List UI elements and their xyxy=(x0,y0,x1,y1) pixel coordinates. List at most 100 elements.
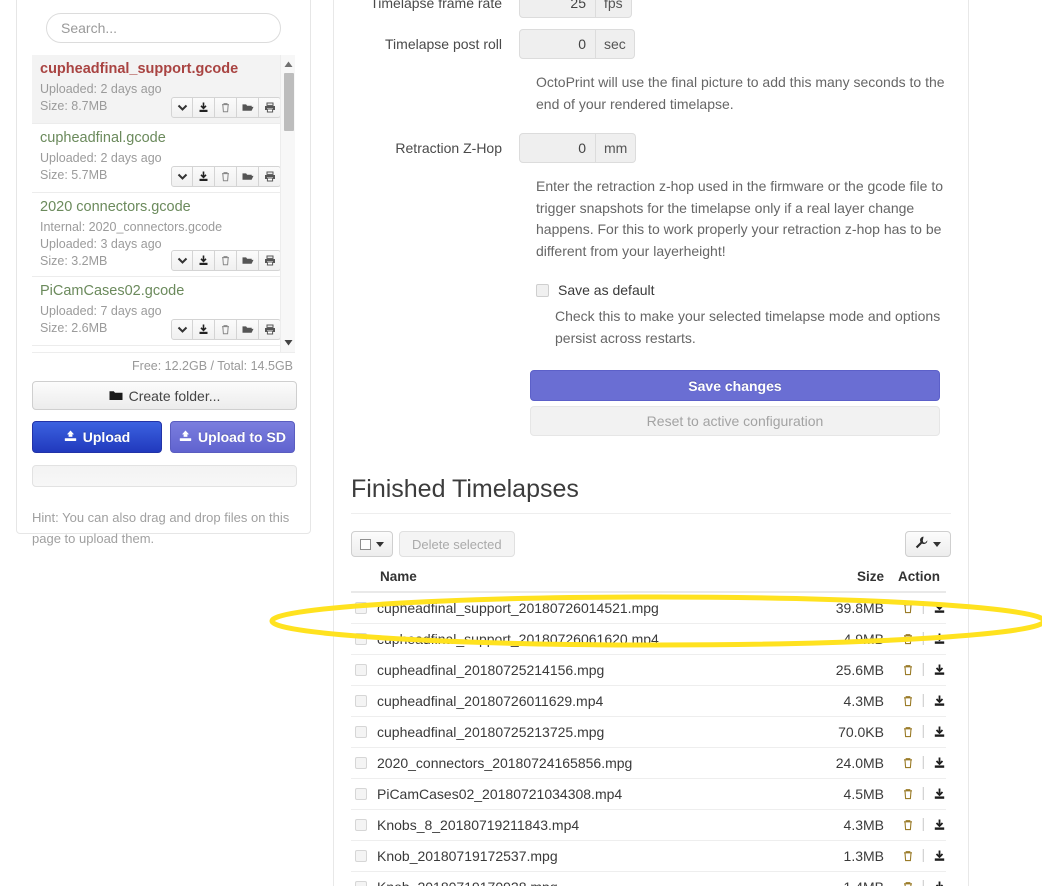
chevron-down-icon[interactable] xyxy=(171,250,193,271)
upload-button[interactable]: Upload xyxy=(32,421,162,453)
row-checkbox[interactable] xyxy=(355,787,367,800)
row-checkbox[interactable] xyxy=(355,818,367,831)
section-divider xyxy=(351,513,951,514)
download-icon[interactable] xyxy=(933,849,946,865)
file-list-item[interactable]: cupheadfinal_support.gcode Uploaded: 2 d… xyxy=(32,55,287,124)
z-hop-input[interactable] xyxy=(519,133,596,163)
row-checkbox[interactable] xyxy=(355,880,367,886)
scrollbar-thumb[interactable] xyxy=(284,73,294,131)
download-icon[interactable] xyxy=(933,694,946,710)
row-checkbox[interactable] xyxy=(355,694,367,707)
folder-open-icon[interactable] xyxy=(237,166,259,187)
action-separator: | xyxy=(921,846,926,862)
post-roll-input[interactable] xyxy=(519,29,596,59)
download-icon[interactable] xyxy=(193,250,215,271)
timelapse-table-body: cupheadfinal_support_20180726014521.mpg … xyxy=(351,592,946,886)
table-row[interactable]: Knob_20180719172537.mpg 1.3MB | xyxy=(351,840,946,872)
folder-open-icon[interactable] xyxy=(237,319,259,340)
timelapse-name: PiCamCases02_20180721034308.mp4 xyxy=(377,785,623,802)
trash-icon[interactable] xyxy=(215,250,237,271)
table-row[interactable]: cupheadfinal_20180725213725.mpg 70.0KB | xyxy=(351,716,946,748)
save-as-default-checkbox[interactable] xyxy=(536,283,549,297)
post-roll-help: OctoPrint will use the final picture to … xyxy=(536,74,945,112)
action-separator: | xyxy=(921,691,926,707)
file-list-item[interactable]: 2020 connectors.gcode Internal: 2020_con… xyxy=(32,193,287,277)
create-folder-button[interactable]: Create folder... xyxy=(32,381,297,410)
download-icon[interactable] xyxy=(933,601,946,617)
trash-icon[interactable] xyxy=(902,849,914,865)
reset-configuration-button[interactable]: Reset to active configuration xyxy=(530,406,940,436)
file-name[interactable]: PiCamCases02.gcode xyxy=(40,282,279,301)
trash-icon[interactable] xyxy=(902,756,914,772)
table-row[interactable]: cupheadfinal_20180726011629.mp4 4.3MB | xyxy=(351,685,946,717)
chevron-down-icon[interactable] xyxy=(171,166,193,187)
table-row[interactable]: 2020_connectors_20180724165856.mpg 24.0M… xyxy=(351,747,946,779)
trash-icon[interactable] xyxy=(215,97,237,118)
frame-rate-unit: fps xyxy=(596,0,632,18)
download-icon[interactable] xyxy=(933,663,946,679)
table-row[interactable]: PiCamCases02_20180721034308.mp4 4.5MB | xyxy=(351,778,946,810)
timelapse-size: 4.5MB xyxy=(800,778,884,810)
trash-icon[interactable] xyxy=(902,818,914,834)
delete-selected-button[interactable]: Delete selected xyxy=(399,531,515,557)
table-row[interactable]: cupheadfinal_support_20180726014521.mpg … xyxy=(351,592,946,624)
file-name[interactable]: cupheadfinal.gcode xyxy=(40,129,279,148)
table-row[interactable]: cupheadfinal_20180725214156.mpg 25.6MB | xyxy=(351,654,946,686)
chevron-down-icon[interactable] xyxy=(171,97,193,118)
row-checkbox[interactable] xyxy=(355,663,367,676)
action-separator: | xyxy=(921,722,926,738)
trash-icon[interactable] xyxy=(902,880,914,886)
download-icon[interactable] xyxy=(193,97,215,118)
row-checkbox[interactable] xyxy=(355,756,367,769)
table-row[interactable]: Knob_20180719170928.mpg 1.4MB | xyxy=(351,871,946,886)
table-row[interactable]: cupheadfinal_support_20180726061620.mp4 … xyxy=(351,623,946,655)
print-icon[interactable] xyxy=(259,166,281,187)
trash-icon[interactable] xyxy=(902,601,914,617)
folder-open-icon[interactable] xyxy=(237,250,259,271)
row-checkbox[interactable] xyxy=(355,601,367,614)
file-list-scrollbar[interactable] xyxy=(280,55,295,352)
trash-icon[interactable] xyxy=(902,632,914,648)
download-icon[interactable] xyxy=(933,632,946,648)
download-icon[interactable] xyxy=(193,166,215,187)
file-name[interactable]: 2020 connectors.gcode xyxy=(40,198,279,217)
file-list-item[interactable]: cupheadfinal.gcode Uploaded: 2 days ago … xyxy=(32,124,287,193)
download-icon[interactable] xyxy=(933,725,946,741)
row-checkbox[interactable] xyxy=(355,725,367,738)
upload-to-sd-button[interactable]: Upload to SD xyxy=(169,421,295,453)
file-list-inner: cupheadfinal_support.gcode Uploaded: 2 d… xyxy=(32,55,287,346)
save-as-default-row[interactable]: Save as default xyxy=(519,282,968,298)
file-action-group xyxy=(171,250,281,271)
download-icon[interactable] xyxy=(933,818,946,834)
row-checkbox[interactable] xyxy=(355,849,367,862)
scroll-up-icon[interactable] xyxy=(281,57,295,71)
print-icon[interactable] xyxy=(259,97,281,118)
scroll-down-icon[interactable] xyxy=(281,335,295,349)
upload-to-sd-label: Upload to SD xyxy=(198,429,286,445)
folder-icon xyxy=(109,388,123,404)
timelapse-config-dropdown[interactable] xyxy=(905,531,951,557)
table-row[interactable]: Knobs_8_20180719211843.mp4 4.3MB | xyxy=(351,809,946,841)
download-icon[interactable] xyxy=(193,319,215,340)
search-input[interactable] xyxy=(46,13,281,43)
select-all-dropdown[interactable] xyxy=(351,531,393,557)
trash-icon[interactable] xyxy=(902,694,914,710)
trash-icon[interactable] xyxy=(215,166,237,187)
download-icon[interactable] xyxy=(933,787,946,803)
frame-rate-input[interactable] xyxy=(519,0,596,18)
file-name[interactable]: cupheadfinal_support.gcode xyxy=(40,60,279,79)
trash-icon[interactable] xyxy=(902,787,914,803)
file-list-item[interactable]: PiCamCases02.gcode Uploaded: 7 days ago … xyxy=(32,277,287,346)
save-changes-button[interactable]: Save changes xyxy=(530,370,940,401)
folder-open-icon[interactable] xyxy=(237,97,259,118)
download-icon[interactable] xyxy=(933,756,946,772)
print-icon[interactable] xyxy=(259,319,281,340)
chevron-down-icon[interactable] xyxy=(171,319,193,340)
download-icon[interactable] xyxy=(933,880,946,886)
trash-icon[interactable] xyxy=(902,725,914,741)
row-checkbox[interactable] xyxy=(355,632,367,645)
print-icon[interactable] xyxy=(259,250,281,271)
timelapse-name: cupheadfinal_20180725213725.mpg xyxy=(377,723,605,740)
trash-icon[interactable] xyxy=(902,663,914,679)
trash-icon[interactable] xyxy=(215,319,237,340)
